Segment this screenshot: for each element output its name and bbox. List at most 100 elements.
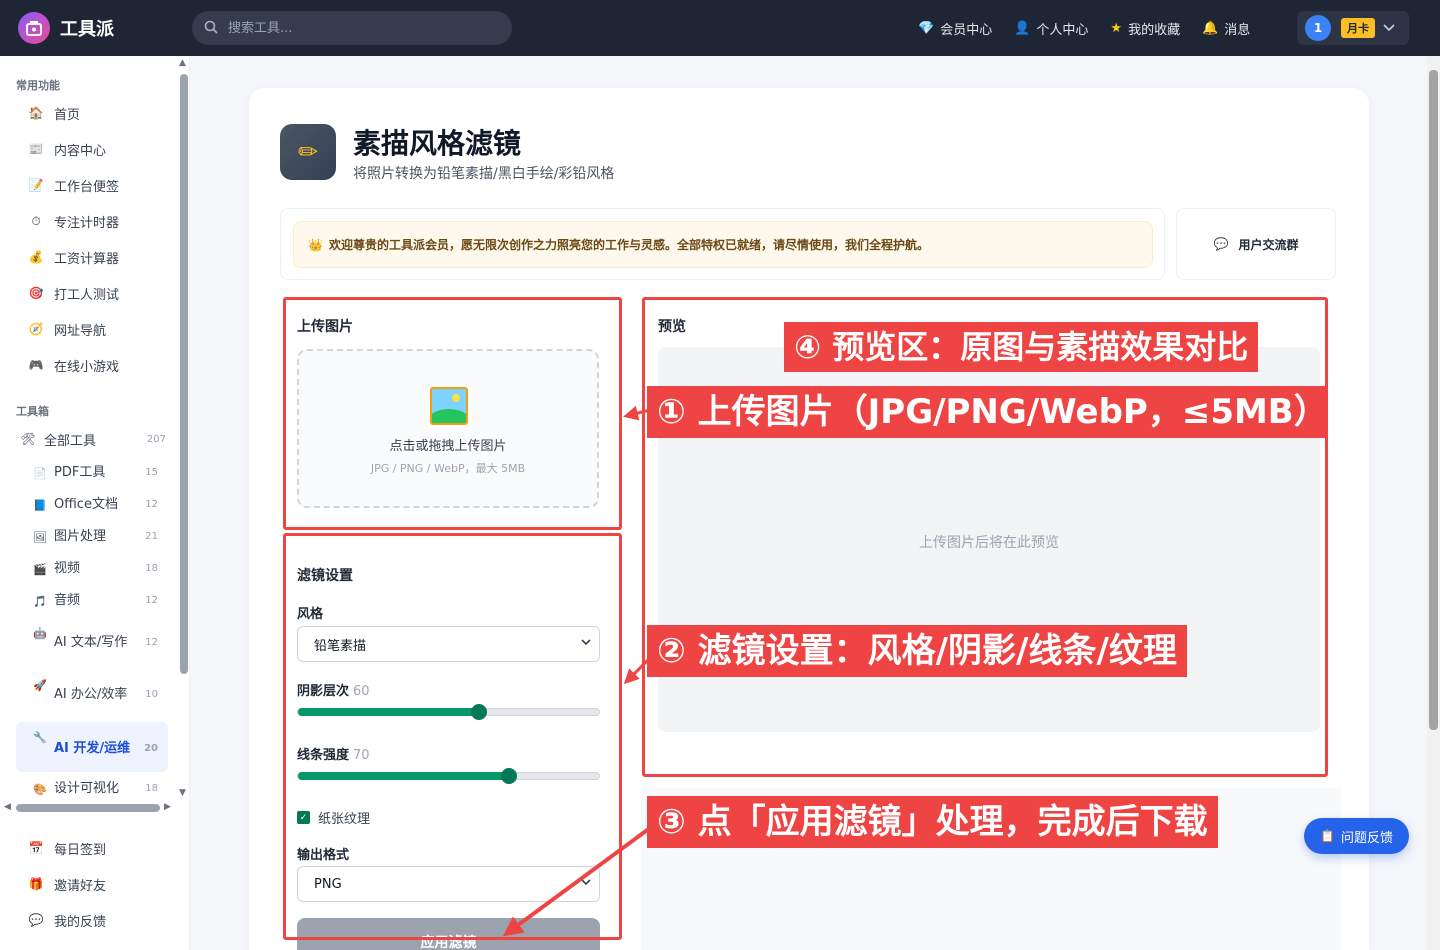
count-badge: 207 bbox=[146, 433, 166, 445]
count-badge: 12 bbox=[145, 637, 158, 648]
count-badge: 20 bbox=[144, 743, 158, 754]
count-badge: 18 bbox=[145, 783, 158, 794]
scroll-up-icon[interactable]: ▲ bbox=[179, 58, 186, 68]
scroll-left-icon[interactable]: ◀ bbox=[4, 802, 11, 812]
picture-icon: 🖼 bbox=[33, 531, 47, 544]
star-icon: ★ bbox=[1110, 20, 1123, 36]
page-title: 素描风格滤镜 bbox=[353, 127, 522, 160]
sidebar-item-content[interactable]: 📰 内容中心 bbox=[16, 134, 168, 164]
document-icon: 📄 bbox=[33, 467, 47, 480]
memo-icon: 📝 bbox=[28, 178, 44, 192]
app-name: 工具派 bbox=[60, 19, 114, 40]
annotation-label-filter: ② 滤镜设置：风格/阴影/线条/纹理 bbox=[647, 625, 1187, 677]
user-group-button[interactable]: 💬 用户交流群 bbox=[1176, 208, 1336, 280]
person-icon: 👤 bbox=[1014, 20, 1031, 36]
sidebar-item-notes[interactable]: 📝 工作台便签 bbox=[16, 170, 168, 200]
page-scrollbar[interactable] bbox=[1427, 56, 1440, 950]
top-nav: 💎 会员中心 👤 个人中心 ★ 我的收藏 🔔 消息 bbox=[918, 0, 1272, 56]
sidebar-item-audio[interactable]: 🎵 音频 12 bbox=[16, 590, 168, 612]
sidebar-item-pdf[interactable]: 📄 PDF工具 15 bbox=[16, 462, 168, 484]
page-subtitle: 将照片转换为铅笔素描/黑白手绘/彩铅风格 bbox=[353, 166, 615, 182]
scroll-right-icon[interactable]: ▶ bbox=[164, 802, 171, 812]
annotation-box-filter bbox=[283, 533, 622, 940]
annotation-label-upload: ① 上传图片（JPG/PNG/WebP，≤5MB） bbox=[647, 386, 1328, 438]
music-icon: 🎵 bbox=[33, 595, 47, 608]
wrench-icon: 🔧 bbox=[33, 731, 47, 744]
sidebar-item-ai-office[interactable]: 🚀 AI 办公/效率 10 bbox=[16, 674, 168, 716]
section-title-common: 常用功能 bbox=[16, 79, 60, 92]
sidebar-vertical-scrollbar[interactable]: ▲ ▼ bbox=[178, 56, 190, 802]
book-icon: 📘 bbox=[33, 499, 47, 512]
nav-favorites[interactable]: ★ 我的收藏 bbox=[1110, 19, 1180, 38]
welcome-banner: 👑 欢迎尊贵的工具派会员，愿无限次创作之力照亮您的工作与灵感。全部特权已就绪，请… bbox=[280, 208, 1165, 280]
calendar-icon: 📅 bbox=[28, 841, 44, 855]
search-bar[interactable] bbox=[192, 11, 512, 45]
sidebar-item-salary[interactable]: 💰 工资计算器 bbox=[16, 242, 168, 272]
sidebar-item-timer[interactable]: ⏱ 专注计时器 bbox=[16, 206, 168, 236]
crown-icon: 👑 bbox=[308, 237, 323, 252]
sidebar-scroll-area: 常用功能 🏠 首页 📰 内容中心 📝 工作台便签 ⏱ 专注计时器 💰 工资计算器 🎯 打工人… bbox=[0, 56, 178, 802]
sidebar-item-my-feedback[interactable]: 💬 我的反馈 bbox=[16, 905, 168, 935]
annotation-box-upload bbox=[283, 297, 622, 530]
money-bag-icon: 💰 bbox=[28, 250, 44, 264]
home-icon: 🏠 bbox=[28, 106, 44, 120]
sidebar-item-ai-dev[interactable]: 🔧 AI 开发/运维 20 bbox=[16, 722, 168, 772]
search-input[interactable] bbox=[228, 20, 488, 36]
scroll-thumb[interactable] bbox=[180, 74, 188, 674]
stopwatch-icon: ⏱ bbox=[31, 213, 41, 228]
target-icon: 🎯 bbox=[28, 286, 44, 300]
count-badge: 15 bbox=[145, 467, 158, 478]
sidebar-item-worker-test[interactable]: 🎯 打工人测试 bbox=[16, 278, 168, 308]
speech-bubble-icon: 💬 bbox=[28, 913, 44, 927]
gift-icon: 🎁 bbox=[28, 877, 44, 891]
count-badge: 10 bbox=[145, 689, 158, 700]
bell-icon: 🔔 bbox=[1202, 20, 1219, 36]
nav-member-center[interactable]: 💎 会员中心 bbox=[918, 19, 992, 38]
search-icon bbox=[204, 19, 218, 38]
sidebar-item-image[interactable]: 🖼 图片处理 21 bbox=[16, 526, 168, 548]
sidebar-item-nav-links[interactable]: 🧭 网址导航 bbox=[16, 314, 168, 344]
annotation-label-preview: ④ 预览区：原图与素描效果对比 bbox=[784, 322, 1259, 372]
count-badge: 12 bbox=[145, 595, 158, 606]
nav-messages[interactable]: 🔔 消息 bbox=[1202, 19, 1250, 38]
palette-icon: 🎨 bbox=[33, 783, 47, 796]
sidebar-item-office[interactable]: 📘 Office文档 12 bbox=[16, 494, 168, 516]
rocket-icon: 🚀 bbox=[33, 679, 47, 692]
top-bar: 工具派 💎会员中心 👤个人中心 ★我的收藏 🔔消息 1 月卡 bbox=[0, 0, 1440, 56]
plan-badge: 月卡 bbox=[1341, 18, 1375, 38]
welcome-message: 👑 欢迎尊贵的工具派会员，愿无限次创作之力照亮您的工作与灵感。全部特权已就绪，请… bbox=[293, 221, 1153, 268]
pencil-icon: ✏ bbox=[280, 124, 336, 180]
scroll-down-icon[interactable]: ▼ bbox=[179, 788, 186, 798]
sidebar-item-home[interactable]: 🏠 首页 bbox=[16, 98, 168, 128]
avatar: 1 bbox=[1305, 15, 1331, 41]
feedback-button[interactable]: 📋 问题反馈 bbox=[1304, 818, 1409, 854]
chat-bubble-icon: 💬 bbox=[1213, 237, 1229, 251]
user-menu[interactable]: 1 月卡 bbox=[1297, 11, 1409, 45]
sidebar: 常用功能 🏠 首页 📰 内容中心 📝 工作台便签 ⏱ 专注计时器 💰 工资计算器 🎯 打工人… bbox=[0, 56, 190, 950]
logo[interactable]: 工具派 bbox=[18, 12, 114, 44]
gem-icon: 💎 bbox=[918, 20, 935, 36]
sidebar-horizontal-scrollbar[interactable]: ◀ ▶ bbox=[0, 802, 178, 814]
count-badge: 18 bbox=[145, 563, 158, 574]
sidebar-item-checkin[interactable]: 📅 每日签到 bbox=[16, 833, 168, 863]
sidebar-item-games[interactable]: 🎮 在线小游戏 bbox=[16, 350, 168, 380]
nav-personal-center[interactable]: 👤 个人中心 bbox=[1014, 19, 1088, 38]
newspaper-icon: 📰 bbox=[28, 142, 44, 156]
sidebar-item-video[interactable]: 🎬 视频 18 bbox=[16, 558, 168, 580]
sidebar-item-design[interactable]: 🎨 设计可视化 18 bbox=[16, 778, 168, 800]
clapper-icon: 🎬 bbox=[33, 563, 47, 576]
sidebar-item-ai-text[interactable]: 🤖 AI 文本/写作 12 bbox=[16, 622, 168, 664]
annotation-label-apply: ③ 点「应用滤镜」处理，完成后下载 bbox=[647, 796, 1218, 848]
robot-icon: 🤖 bbox=[33, 627, 47, 640]
clipboard-icon: 📋 bbox=[1320, 829, 1335, 843]
scroll-thumb[interactable] bbox=[1429, 70, 1438, 730]
compass-icon: 🧭 bbox=[28, 322, 44, 336]
sidebar-item-all-tools[interactable]: 🛠 全部工具 207 bbox=[16, 424, 176, 454]
logo-icon bbox=[18, 12, 50, 44]
section-title-tools: 工具箱 bbox=[16, 405, 49, 418]
sidebar-item-invite[interactable]: 🎁 邀请好友 bbox=[16, 869, 168, 899]
scroll-thumb[interactable] bbox=[16, 804, 160, 812]
gamepad-icon: 🎮 bbox=[28, 358, 44, 372]
count-badge: 21 bbox=[145, 531, 158, 542]
tools-icon: 🛠 bbox=[20, 432, 36, 446]
